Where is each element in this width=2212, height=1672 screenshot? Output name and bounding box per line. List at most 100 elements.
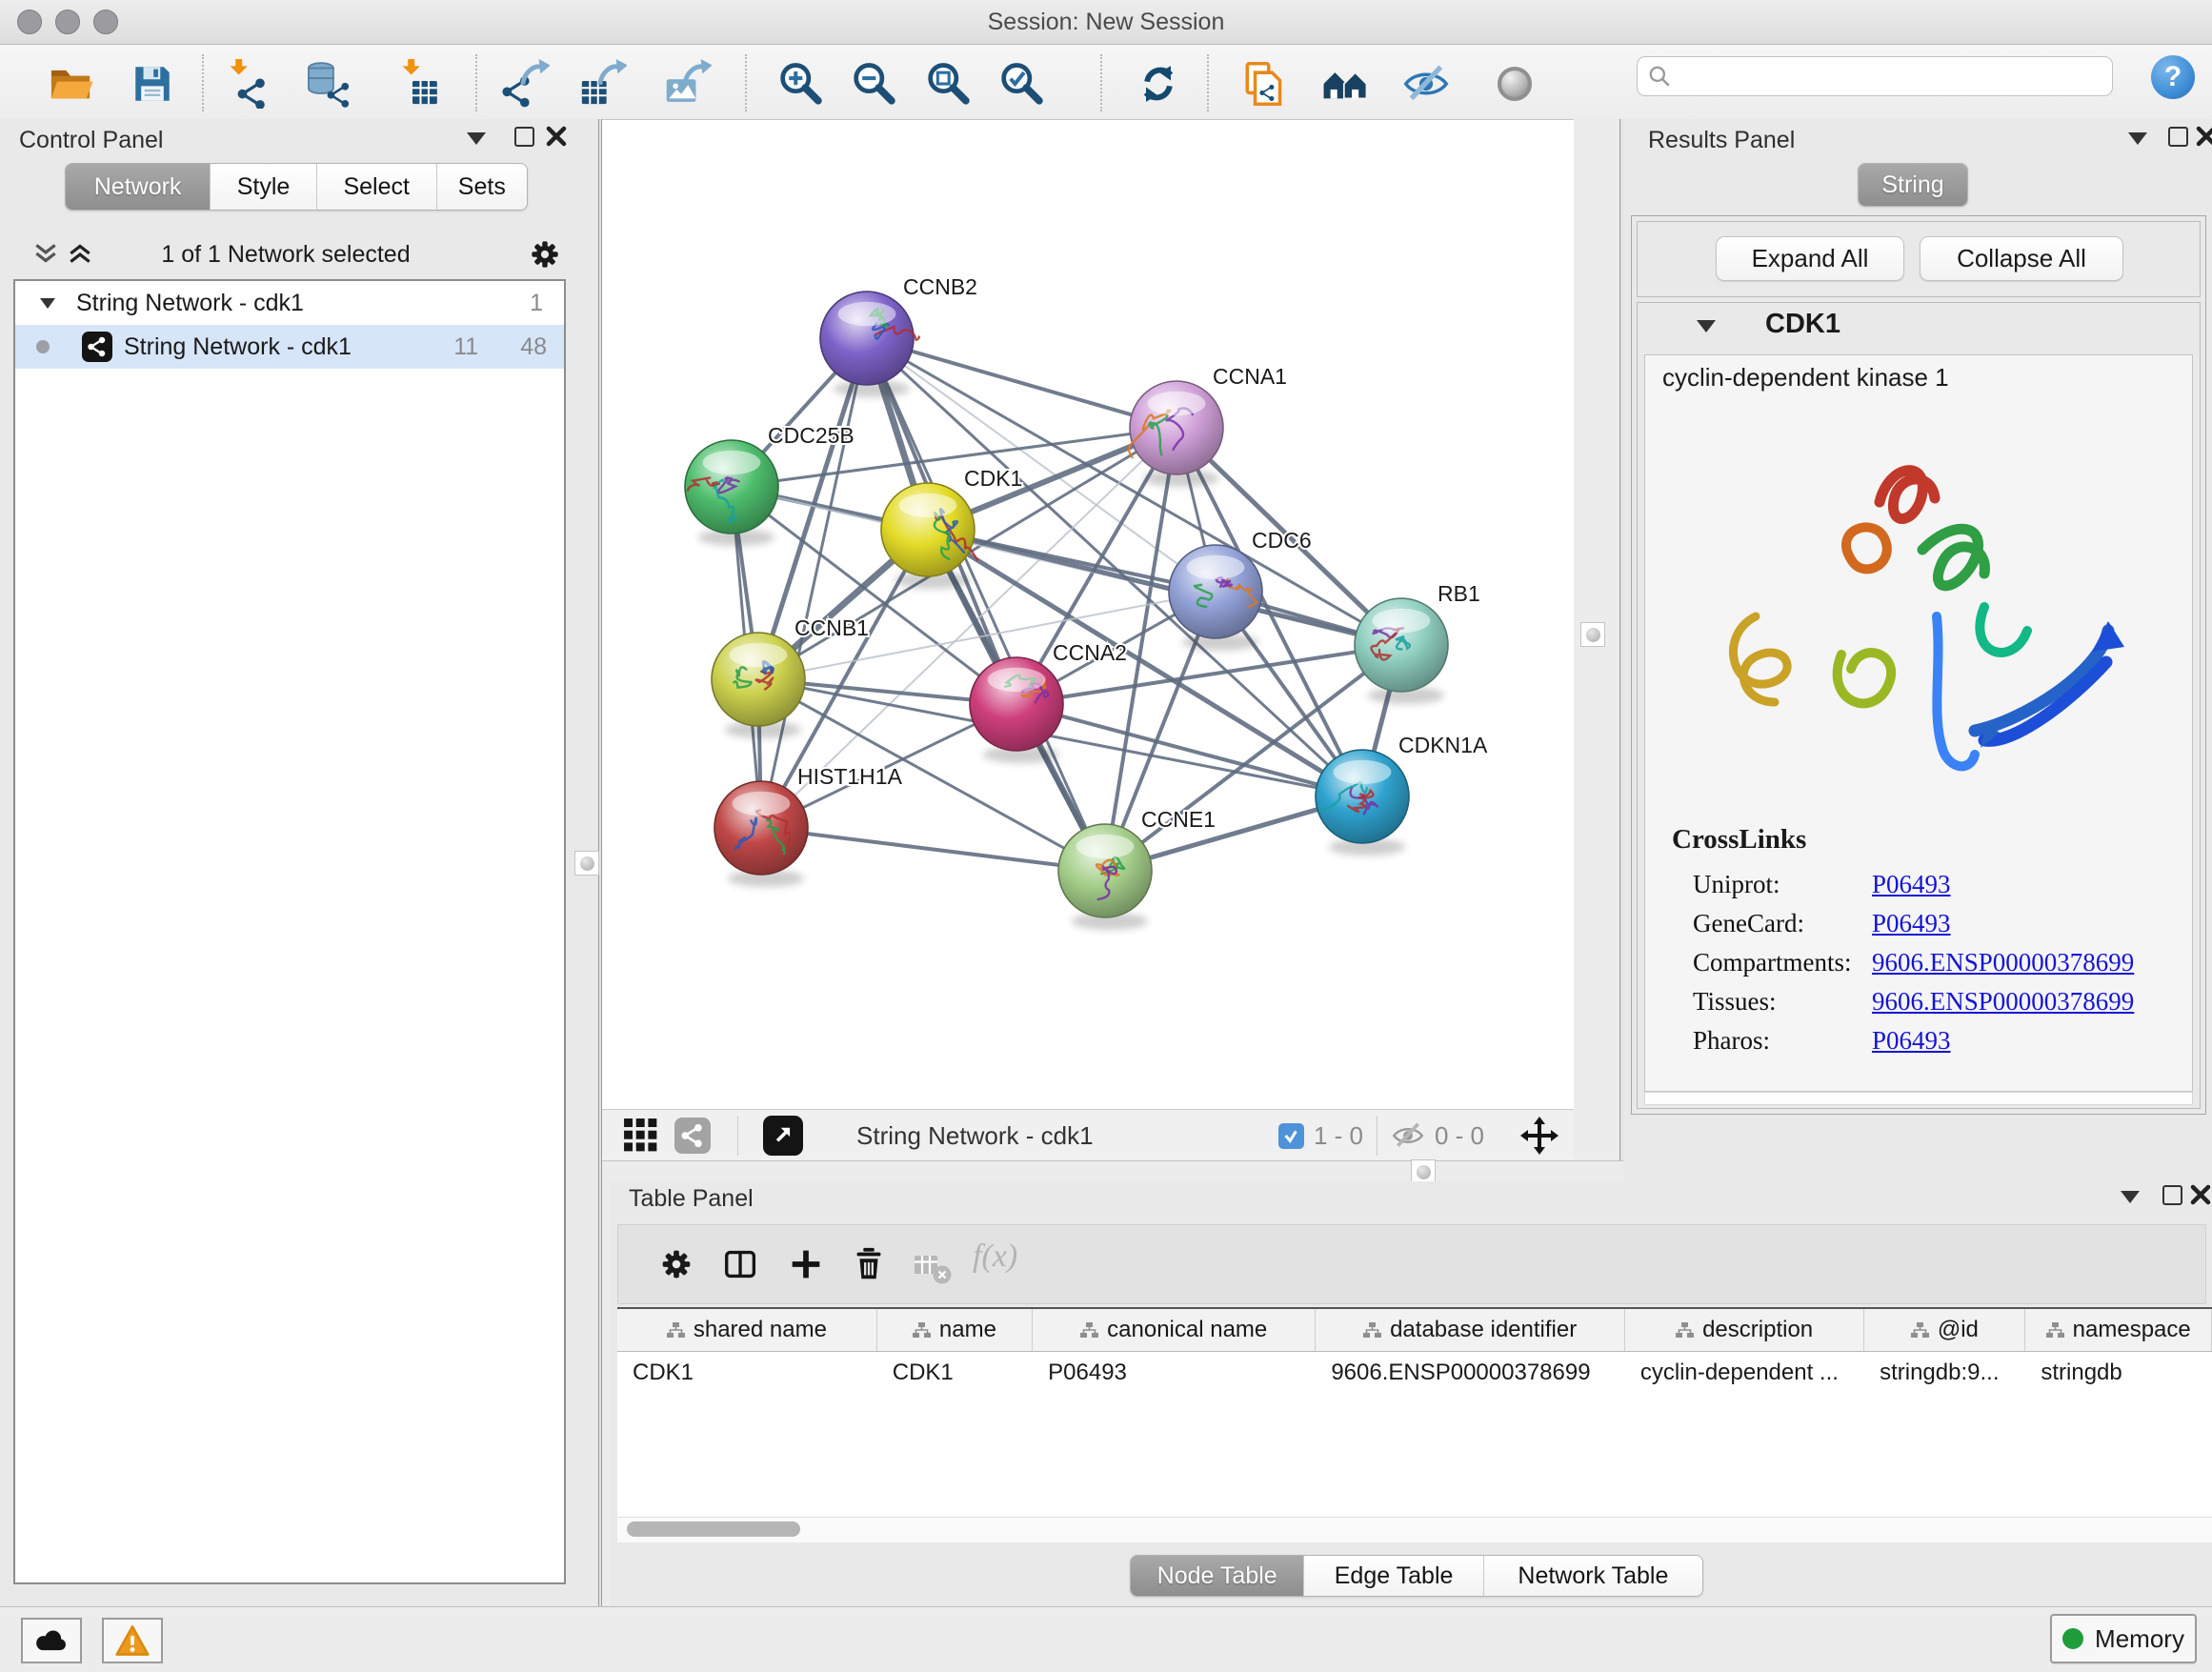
crosslink-link[interactable]: 9606.ENSP00000378699 <box>1872 948 2134 977</box>
memory-button[interactable]: Memory <box>2050 1614 2197 1663</box>
crosslink-link[interactable]: P06493 <box>1872 1026 1951 1056</box>
help-button[interactable]: ? <box>2151 55 2195 99</box>
network-collection-row[interactable]: String Network - cdk1 1 <box>15 281 564 325</box>
network-options-gear-icon[interactable] <box>526 235 564 273</box>
hidden-items-eye-icon[interactable] <box>1391 1118 1425 1153</box>
table-horizontal-scrollbar[interactable] <box>617 1517 2212 1542</box>
import-network-file-icon[interactable] <box>220 57 273 111</box>
delete-table-icon-disabled <box>912 1248 954 1286</box>
collection-disclosure-icon[interactable] <box>40 298 55 309</box>
node-label-CCNB2: CCNB2 <box>903 274 977 299</box>
table-panel-float-icon[interactable] <box>2162 1185 2182 1205</box>
column-header-namespace[interactable]: namespace <box>2025 1309 2212 1351</box>
table-horizontal-scrollbar-thumb[interactable] <box>627 1521 800 1537</box>
results-panel-title: Results Panel <box>1648 127 1795 154</box>
tab-string[interactable]: String <box>1859 164 1967 206</box>
crosslink-link[interactable]: P06493 <box>1872 870 1951 899</box>
table-cell[interactable]: CDK1 <box>617 1352 877 1394</box>
expand-all-button[interactable]: Expand All <box>1716 236 1904 281</box>
table-row[interactable]: CDK1CDK1P064939606.ENSP00000378699cyclin… <box>617 1352 2212 1394</box>
results-panel-menu-icon[interactable] <box>2128 132 2147 145</box>
network-edge-HIST1H1A-CCNE1[interactable] <box>761 828 1105 871</box>
tab-network[interactable]: Network <box>66 164 211 210</box>
table-cell[interactable]: P06493 <box>1033 1352 1316 1394</box>
toolbar-separator <box>745 54 747 111</box>
show-columns-icon[interactable] <box>721 1244 761 1284</box>
column-header-description[interactable]: description <box>1625 1309 1864 1351</box>
pan-move-icon[interactable] <box>1518 1115 1560 1157</box>
export-image-icon[interactable] <box>660 57 714 111</box>
entry-scrollbar-track[interactable] <box>1644 1092 2193 1105</box>
collapse-all-button[interactable]: Collapse All <box>1920 236 2123 281</box>
hide-selected-eye-icon[interactable] <box>1399 57 1453 111</box>
crosslink-link[interactable]: P06493 <box>1872 909 1951 938</box>
zoom-in-icon[interactable] <box>774 57 827 111</box>
node-gloss <box>838 302 896 326</box>
open-session-icon[interactable] <box>44 57 97 111</box>
right-splitter-handle[interactable] <box>1580 622 1605 647</box>
control-panel-close-icon[interactable] <box>545 125 568 148</box>
add-column-icon[interactable] <box>786 1244 826 1284</box>
left-splitter-handle[interactable] <box>574 851 599 876</box>
collection-count: 1 <box>530 290 543 317</box>
network-graph[interactable]: CCNB2CCNA1CDC25BCDK1CDC6RB1CCNB1CCNA2CDK… <box>602 120 1574 1109</box>
refresh-view-icon[interactable] <box>1132 57 1185 111</box>
node-gloss <box>733 792 791 816</box>
tab-sets[interactable]: Sets <box>437 164 527 210</box>
tab-edge-table[interactable]: Edge Table <box>1304 1556 1483 1596</box>
crosslink-link[interactable]: 9606.ENSP00000378699 <box>1872 987 2134 1017</box>
column-header-name[interactable]: name <box>877 1309 1033 1351</box>
table-panel-close-icon[interactable] <box>2189 1183 2212 1206</box>
node-gloss <box>1076 835 1135 858</box>
zoom-fit-icon[interactable] <box>921 57 975 111</box>
birds-eye-grid-icon[interactable] <box>623 1118 659 1154</box>
delete-column-trash-icon[interactable] <box>849 1244 889 1284</box>
first-neighbors-houses-icon[interactable] <box>1318 57 1372 111</box>
tab-select[interactable]: Select <box>317 164 437 210</box>
zoom-selected-icon[interactable] <box>995 57 1048 111</box>
column-header-shared-name[interactable]: shared name <box>617 1309 877 1351</box>
crosslink-row: Tissues:9606.ENSP00000378699 <box>1693 987 2179 1017</box>
tab-node-table[interactable]: Node Table <box>1131 1556 1304 1596</box>
collapse-all-chevron-icon[interactable] <box>32 241 59 266</box>
network-edge-CDK1-RB1[interactable] <box>928 530 1401 645</box>
network-row[interactable]: String Network - cdk1 11 48 <box>15 325 564 369</box>
table-cell[interactable]: stringdb <box>2025 1352 2212 1394</box>
results-panel-float-icon[interactable] <box>2168 127 2188 147</box>
export-network-icon[interactable] <box>498 57 552 111</box>
save-session-icon[interactable] <box>126 57 179 111</box>
collection-label: String Network - cdk1 <box>76 290 530 317</box>
tab-network-table[interactable]: Network Table <box>1484 1556 1702 1596</box>
expand-all-chevron-icon[interactable] <box>67 241 93 266</box>
column-header--id[interactable]: @id <box>1864 1309 2025 1351</box>
column-header-database-identifier[interactable]: database identifier <box>1316 1309 1625 1351</box>
tab-style[interactable]: Style <box>211 164 317 210</box>
import-table-file-icon[interactable] <box>392 57 446 111</box>
network-edge-CCNB2-CCNE1[interactable] <box>867 338 1105 871</box>
column-header-canonical-name[interactable]: canonical name <box>1033 1309 1316 1351</box>
control-panel-menu-icon[interactable] <box>467 132 486 145</box>
results-panel-close-icon[interactable] <box>2195 125 2212 148</box>
crosslinks-list: Uniprot:P06493GeneCard:P06493Compartment… <box>1693 860 2179 1065</box>
cloud-status-button[interactable] <box>21 1618 82 1663</box>
warnings-button[interactable] <box>102 1618 163 1663</box>
entry-disclosure-icon[interactable] <box>1697 320 1716 332</box>
export-table-icon[interactable] <box>575 57 629 111</box>
copy-network-document-icon[interactable] <box>1237 57 1291 111</box>
search-input[interactable] <box>1672 62 2102 91</box>
network-type-share-icon[interactable] <box>674 1118 711 1154</box>
table-cell[interactable]: stringdb:9... <box>1864 1352 2025 1394</box>
import-network-database-icon[interactable] <box>301 57 354 111</box>
network-canvas[interactable]: CCNB2CCNA1CDC25BCDK1CDC6RB1CCNB1CCNA2CDK… <box>602 120 1574 1109</box>
graphics-details-sphere-icon[interactable] <box>1488 57 1541 111</box>
zoom-out-icon[interactable] <box>847 57 900 111</box>
open-in-window-icon[interactable] <box>763 1116 803 1156</box>
table-cell[interactable]: CDK1 <box>877 1352 1033 1394</box>
network-edge-CCNB2-HIST1H1A[interactable] <box>761 338 867 828</box>
selected-checkbox-icon[interactable] <box>1278 1123 1304 1149</box>
table-options-gear-icon[interactable] <box>656 1244 696 1284</box>
table-cell[interactable]: cyclin-dependent ... <box>1625 1352 1864 1394</box>
table-panel-menu-icon[interactable] <box>2121 1191 2140 1203</box>
control-panel-float-icon[interactable] <box>514 127 534 147</box>
table-cell[interactable]: 9606.ENSP00000378699 <box>1316 1352 1625 1394</box>
